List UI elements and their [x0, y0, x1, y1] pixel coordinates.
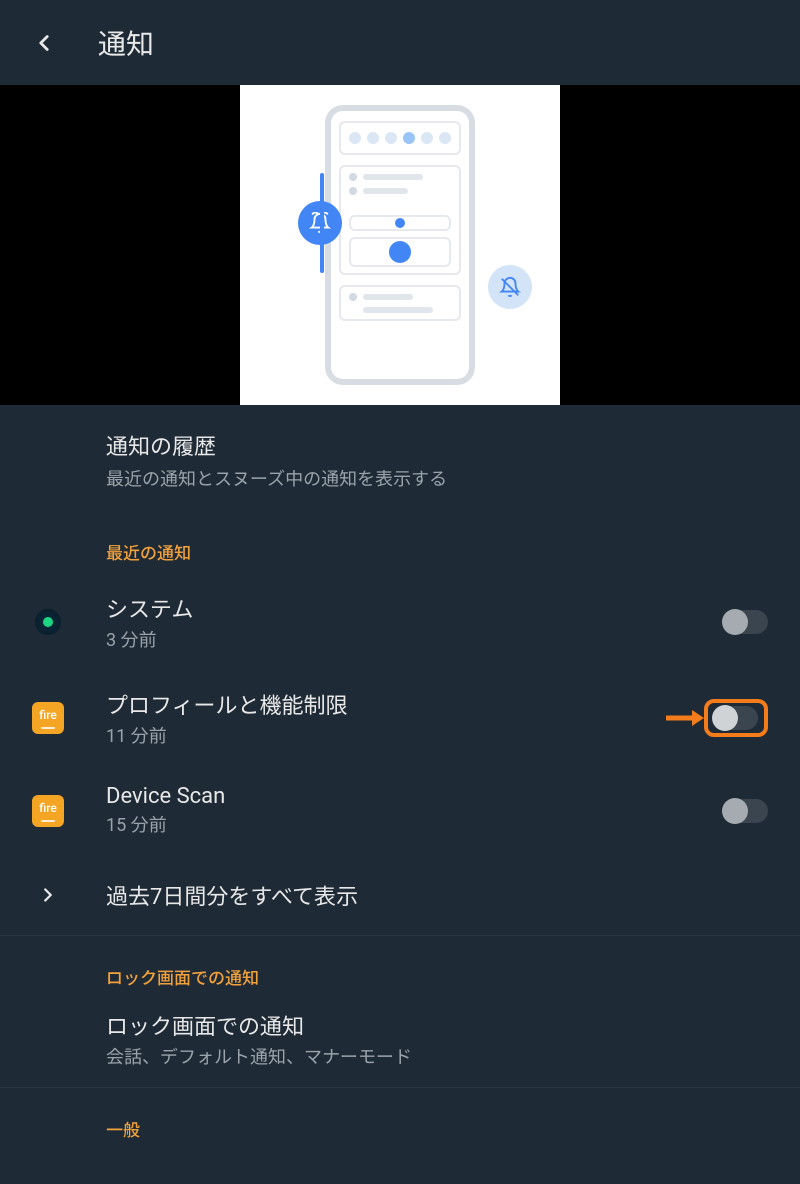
item-title: システム: [106, 592, 724, 624]
fire-icon: fire: [32, 702, 64, 734]
illus-notif-block: [339, 165, 461, 275]
lockscreen-header: ロック画面での通知: [0, 936, 800, 999]
chevron-left-icon: [31, 30, 57, 56]
illus-sub-2: [349, 237, 451, 267]
illus-notif-block-2: [339, 285, 461, 321]
highlight-arrow-icon: [664, 708, 704, 728]
illus-sub-1: [349, 215, 451, 231]
illustration-area: [0, 85, 800, 405]
item-time: 15 分前: [106, 811, 724, 837]
back-button[interactable]: [20, 19, 68, 67]
fire-icon: fire: [32, 795, 64, 827]
illustration-card: [240, 85, 560, 405]
general-header: 一般: [0, 1088, 800, 1151]
history-subtitle: 最近の通知とスヌーズ中の通知を表示する: [106, 465, 768, 491]
bell-off-icon: [488, 265, 532, 309]
illustration-phone: [325, 105, 475, 385]
page-title: 通知: [98, 23, 154, 63]
recent-item-profile[interactable]: fire プロフィールと機能制限 11 分前: [0, 670, 800, 766]
history-title: 通知の履歴: [106, 429, 768, 461]
lockscreen-title: ロック画面での通知: [106, 1009, 768, 1041]
content: 通知の履歴 最近の通知とスヌーズ中の通知を表示する 最近の通知 システム 3 分…: [0, 405, 800, 1151]
toggle-system[interactable]: [724, 610, 768, 634]
lockscreen-row[interactable]: ロック画面での通知 会話、デフォルト通知、マナーモード: [0, 999, 800, 1087]
history-section[interactable]: 通知の履歴 最近の通知とスヌーズ中の通知を表示する: [0, 405, 800, 511]
item-time: 3 分前: [106, 626, 724, 652]
toggle-devicescan[interactable]: [724, 799, 768, 823]
illus-dots: [339, 121, 461, 155]
illus-bar: [320, 173, 324, 273]
show-all-label: 過去7日間分をすべて表示: [106, 879, 768, 911]
toggle-profile[interactable]: [714, 706, 758, 730]
item-title: プロフィールと機能制限: [106, 688, 704, 720]
highlight-box: [704, 699, 768, 737]
recent-item-system[interactable]: システム 3 分前: [0, 574, 800, 670]
item-title: Device Scan: [106, 784, 724, 809]
app-header: 通知: [0, 0, 800, 85]
recent-item-devicescan[interactable]: fire Device Scan 15 分前: [0, 766, 800, 855]
item-time: 11 分前: [106, 722, 704, 748]
chevron-right-icon: [32, 879, 64, 911]
show-all-row[interactable]: 過去7日間分をすべて表示: [0, 855, 800, 935]
system-icon: [32, 606, 64, 638]
lockscreen-subtitle: 会話、デフォルト通知、マナーモード: [106, 1043, 768, 1069]
recent-header: 最近の通知: [0, 511, 800, 574]
